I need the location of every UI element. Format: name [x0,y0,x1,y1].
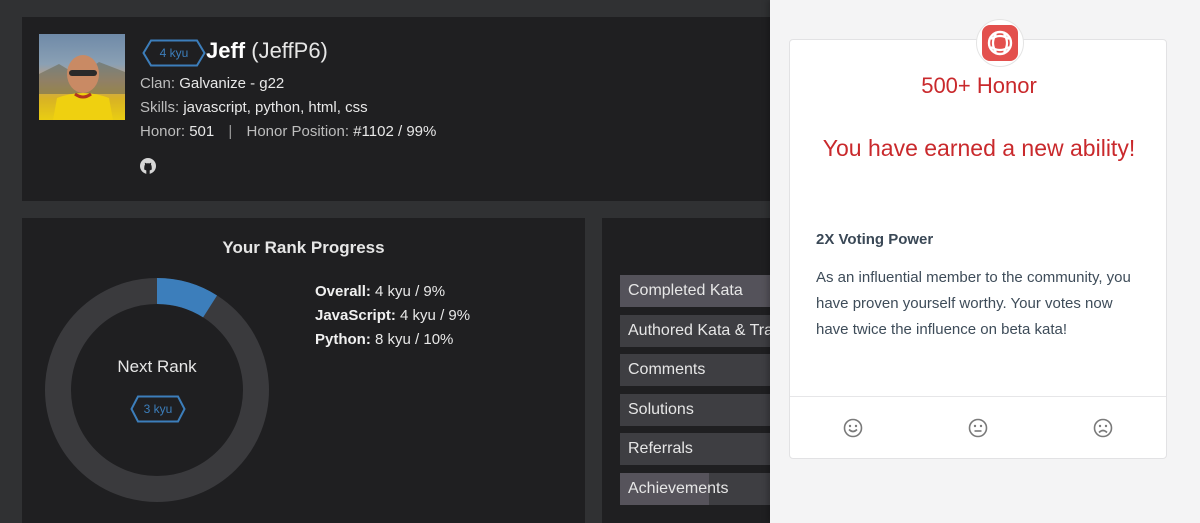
smile-icon[interactable] [843,418,863,438]
stat-achievements[interactable]: Achievements [620,473,782,505]
honor-position-value: #1102 / 99% [353,123,437,140]
rank-progress-stats: Overall: 4 kyu / 9% JavaScript: 4 kyu / … [315,280,470,352]
stat-label: Solutions [628,401,694,418]
next-rank-badge: 3 kyu [130,395,186,423]
github-icon[interactable] [139,157,157,175]
stat-completed-kata[interactable]: Completed Kata [620,275,782,307]
clan-value[interactable]: Galvanize - g22 [179,75,284,92]
stat-referrals[interactable]: Referrals [620,433,782,465]
clan-label: Clan: [140,75,176,92]
overall-value: 4 kyu / 9% [375,283,446,300]
rank-progress-panel: Your Rank Progress Next Rank 3 kyu Overa… [22,218,585,523]
stat-solutions[interactable]: Solutions [620,394,782,426]
rank-progress-donut [45,278,269,502]
overall-label: Overall: [315,283,371,300]
honor-value: 501 [189,123,215,140]
honor-separator: | [228,123,233,140]
stat-label: Comments [628,361,706,378]
achievement-card: 500+ Honor You have earned a new ability… [789,19,1167,459]
next-rank-label: Next Rank [117,357,197,376]
user-name: Jeff (JeffP6) [206,38,328,64]
javascript-label: JavaScript: [315,307,396,324]
stat-comments[interactable]: Comments [620,354,782,386]
username: (JeffP6) [251,38,328,63]
stat-label: Achievements [628,480,729,497]
achievement-message: You have earned a new ability! [822,135,1136,161]
rank-badge: 4 kyu [142,39,206,67]
rank-progress-title: Your Rank Progress [222,238,385,257]
neutral-face-icon[interactable] [968,418,988,438]
card-divider [790,396,1166,397]
rank-badge-text: 4 kyu [159,46,189,60]
achievement-title: 500+ Honor [921,73,1037,98]
honor-label: Honor: [140,123,186,140]
python-label: Python: [315,331,371,348]
profile-card: 4 kyu Jeff (JeffP6) Clan: Galvanize - g2… [22,17,782,201]
donut-track [45,278,269,502]
avatar[interactable] [39,34,125,120]
python-progress: Python: 8 kyu / 10% [315,328,470,352]
next-rank-badge-text: 3 kyu [143,402,173,416]
skills-value: javascript, python, html, css [183,99,368,116]
ability-name: 2X Voting Power [816,231,934,248]
stats-panel: Completed Kata Authored Kata & Translati… [602,218,782,523]
overall-progress: Overall: 4 kyu / 9% [315,280,470,304]
display-name: Jeff [206,38,246,63]
javascript-progress: JavaScript: 4 kyu / 9% [315,304,470,328]
sad-face-icon[interactable] [1093,418,1113,438]
ability-description: As an influential member to the communit… [816,269,1131,338]
stat-label: Referrals [628,440,693,457]
stat-label: Authored Kata & Translations [628,322,782,339]
skills-label: Skills: [140,99,180,116]
honor-position-label: Honor Position: [246,123,350,140]
notification-panel: 500+ Honor You have earned a new ability… [770,0,1200,523]
honor-line: Honor: 501 | Honor Position: #1102 / 99% [140,123,436,140]
javascript-value: 4 kyu / 9% [400,307,471,324]
skills-line: Skills: javascript, python, html, css [140,99,368,116]
stat-label: Completed Kata [628,282,743,299]
stat-authored-kata[interactable]: Authored Kata & Translations [620,315,782,347]
python-value: 8 kyu / 10% [375,331,454,348]
clan-line: Clan: Galvanize - g22 [140,75,284,92]
codewars-logo-icon [976,19,1024,67]
